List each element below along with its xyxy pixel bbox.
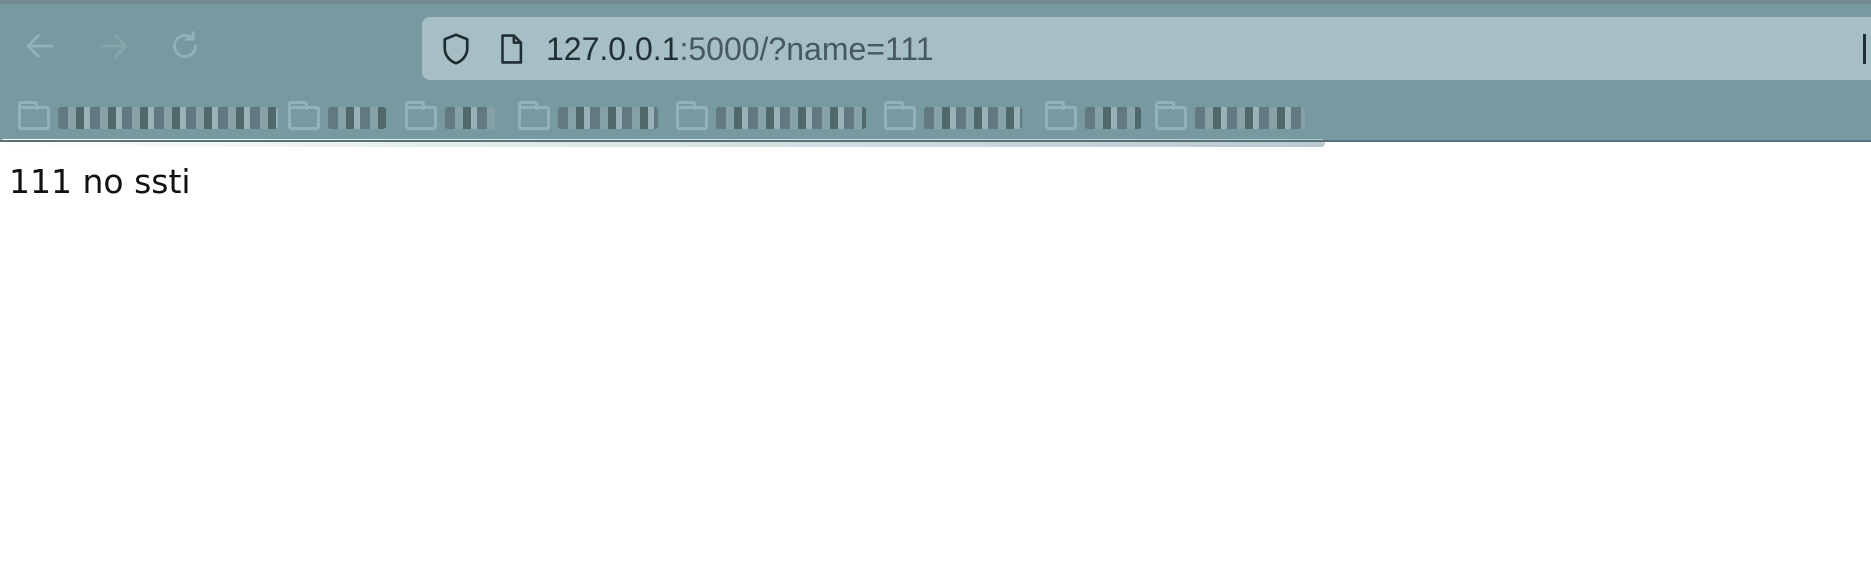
- folder-icon: [288, 101, 320, 130]
- page-icon[interactable]: [494, 31, 528, 67]
- bookmark-label-redacted: [558, 107, 658, 129]
- address-bar[interactable]: 127.0.0.1:5000/?name=111: [422, 17, 1871, 80]
- bookmark-item[interactable]: [18, 100, 278, 136]
- folder-icon: [518, 101, 550, 130]
- reload-icon: [173, 31, 197, 58]
- bookmark-item[interactable]: [676, 100, 866, 136]
- folder-icon: [1045, 101, 1077, 130]
- bookmark-item[interactable]: [1045, 100, 1141, 136]
- arrow-right-icon: [100, 34, 128, 58]
- page-body-text: 111 no ssti: [9, 162, 191, 201]
- bookmark-label-redacted: [1195, 107, 1305, 129]
- url-text[interactable]: 127.0.0.1:5000/?name=111: [546, 31, 934, 67]
- sidebar-toggle-icon[interactable]: [1863, 34, 1871, 64]
- folder-icon: [884, 101, 916, 130]
- bookmark-item[interactable]: [884, 100, 1022, 136]
- shield-icon[interactable]: [438, 31, 474, 67]
- browser-toolbar: 127.0.0.1:5000/?name=111: [0, 0, 1871, 147]
- redaction-smudge: [0, 139, 1325, 147]
- back-button[interactable]: [18, 24, 62, 68]
- arrow-left-icon: [26, 34, 54, 58]
- bookmark-item[interactable]: [405, 100, 495, 136]
- folder-icon: [18, 101, 50, 130]
- bookmark-label-redacted: [924, 107, 1022, 129]
- bookmark-item[interactable]: [1155, 100, 1305, 136]
- folder-icon: [1155, 101, 1187, 130]
- folder-icon: [405, 101, 437, 130]
- bookmark-item[interactable]: [518, 100, 658, 136]
- bookmark-label-redacted: [1085, 107, 1141, 129]
- reload-button[interactable]: [163, 24, 207, 68]
- url-host: 127.0.0.1: [546, 31, 680, 67]
- url-path: :5000/?name=111: [679, 31, 934, 67]
- bookmark-item[interactable]: [288, 100, 386, 136]
- folder-icon: [676, 101, 708, 130]
- forward-button[interactable]: [92, 24, 136, 68]
- bookmark-label-redacted: [445, 107, 495, 129]
- bookmark-label-redacted: [328, 107, 386, 129]
- bookmark-label-redacted: [716, 107, 866, 129]
- bookmark-label-redacted: [58, 107, 278, 129]
